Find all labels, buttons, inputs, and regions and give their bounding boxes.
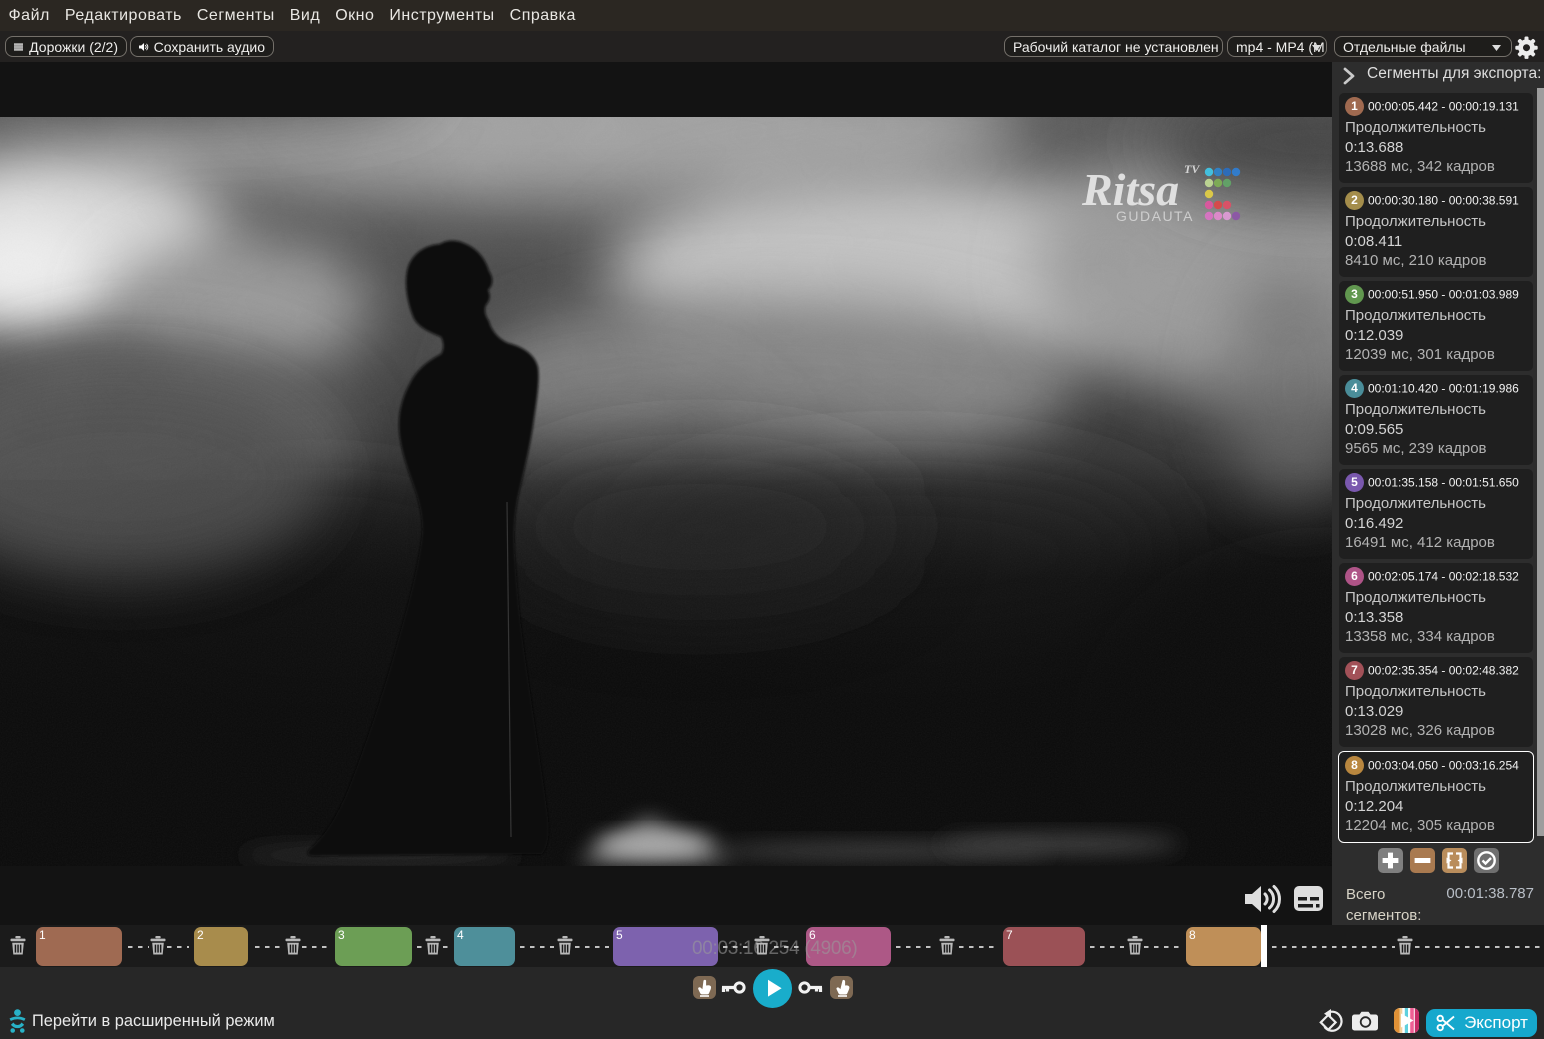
svg-text:TV: TV [1184, 162, 1200, 176]
svg-text:GUDAUTA: GUDAUTA [1116, 208, 1194, 224]
